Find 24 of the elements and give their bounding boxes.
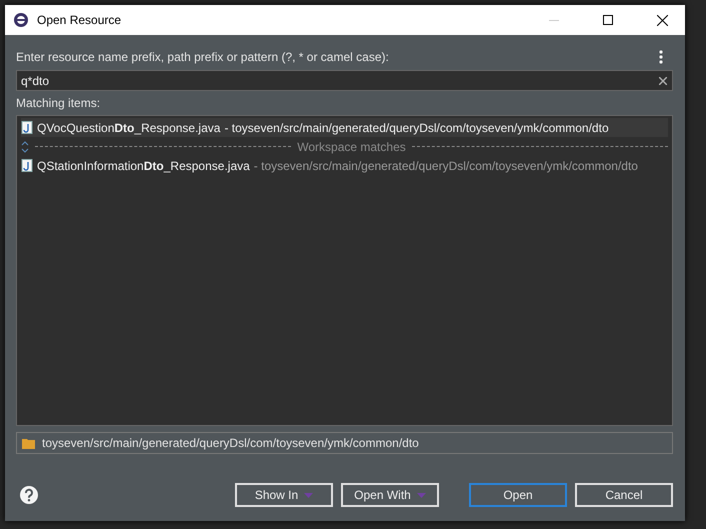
result-item[interactable]: QStationInformationDto_Response.java - toyseven/src/main/generated/queryDsl/com/toyseven/ymk/common/dto — [21, 156, 668, 175]
menu-button[interactable]: Show In — [235, 483, 333, 507]
maximize-icon — [603, 15, 613, 25]
result-item[interactable]: QVocQuestionDto_Response.java - toyseven/src/main/generated/queryDsl/com/toyseven/ymk/common/dto — [21, 118, 668, 137]
java-file-icon — [21, 121, 33, 134]
matching-items-label: Matching items: — [16, 95, 102, 111]
location-field: toyseven/src/main/generated/queryDsl/com/toyseven/ymk/common/dto — [16, 432, 673, 454]
more-menu-icon[interactable] — [659, 50, 663, 64]
menu-button[interactable]: Open With — [341, 483, 439, 507]
window-title: Open Resource — [37, 13, 122, 27]
folder-icon — [22, 438, 36, 448]
help-icon[interactable] — [20, 486, 38, 504]
caret-icon — [416, 492, 426, 498]
dialog-button[interactable]: Open — [469, 483, 567, 507]
caret-icon — [304, 492, 314, 498]
search-field[interactable]: q*dto — [16, 70, 673, 91]
clear-icon[interactable] — [659, 77, 667, 85]
java-file-icon — [21, 159, 33, 172]
collapse-expand-icon[interactable] — [21, 140, 29, 154]
prompt-label: Enter resource name prefix, path prefix or pattern (?, * or camel case): — [16, 49, 389, 65]
separator-label: Workspace matches — [297, 140, 406, 154]
dialog-button[interactable]: Cancel — [575, 483, 673, 507]
app-icon — [13, 12, 29, 28]
close-icon — [656, 14, 668, 26]
